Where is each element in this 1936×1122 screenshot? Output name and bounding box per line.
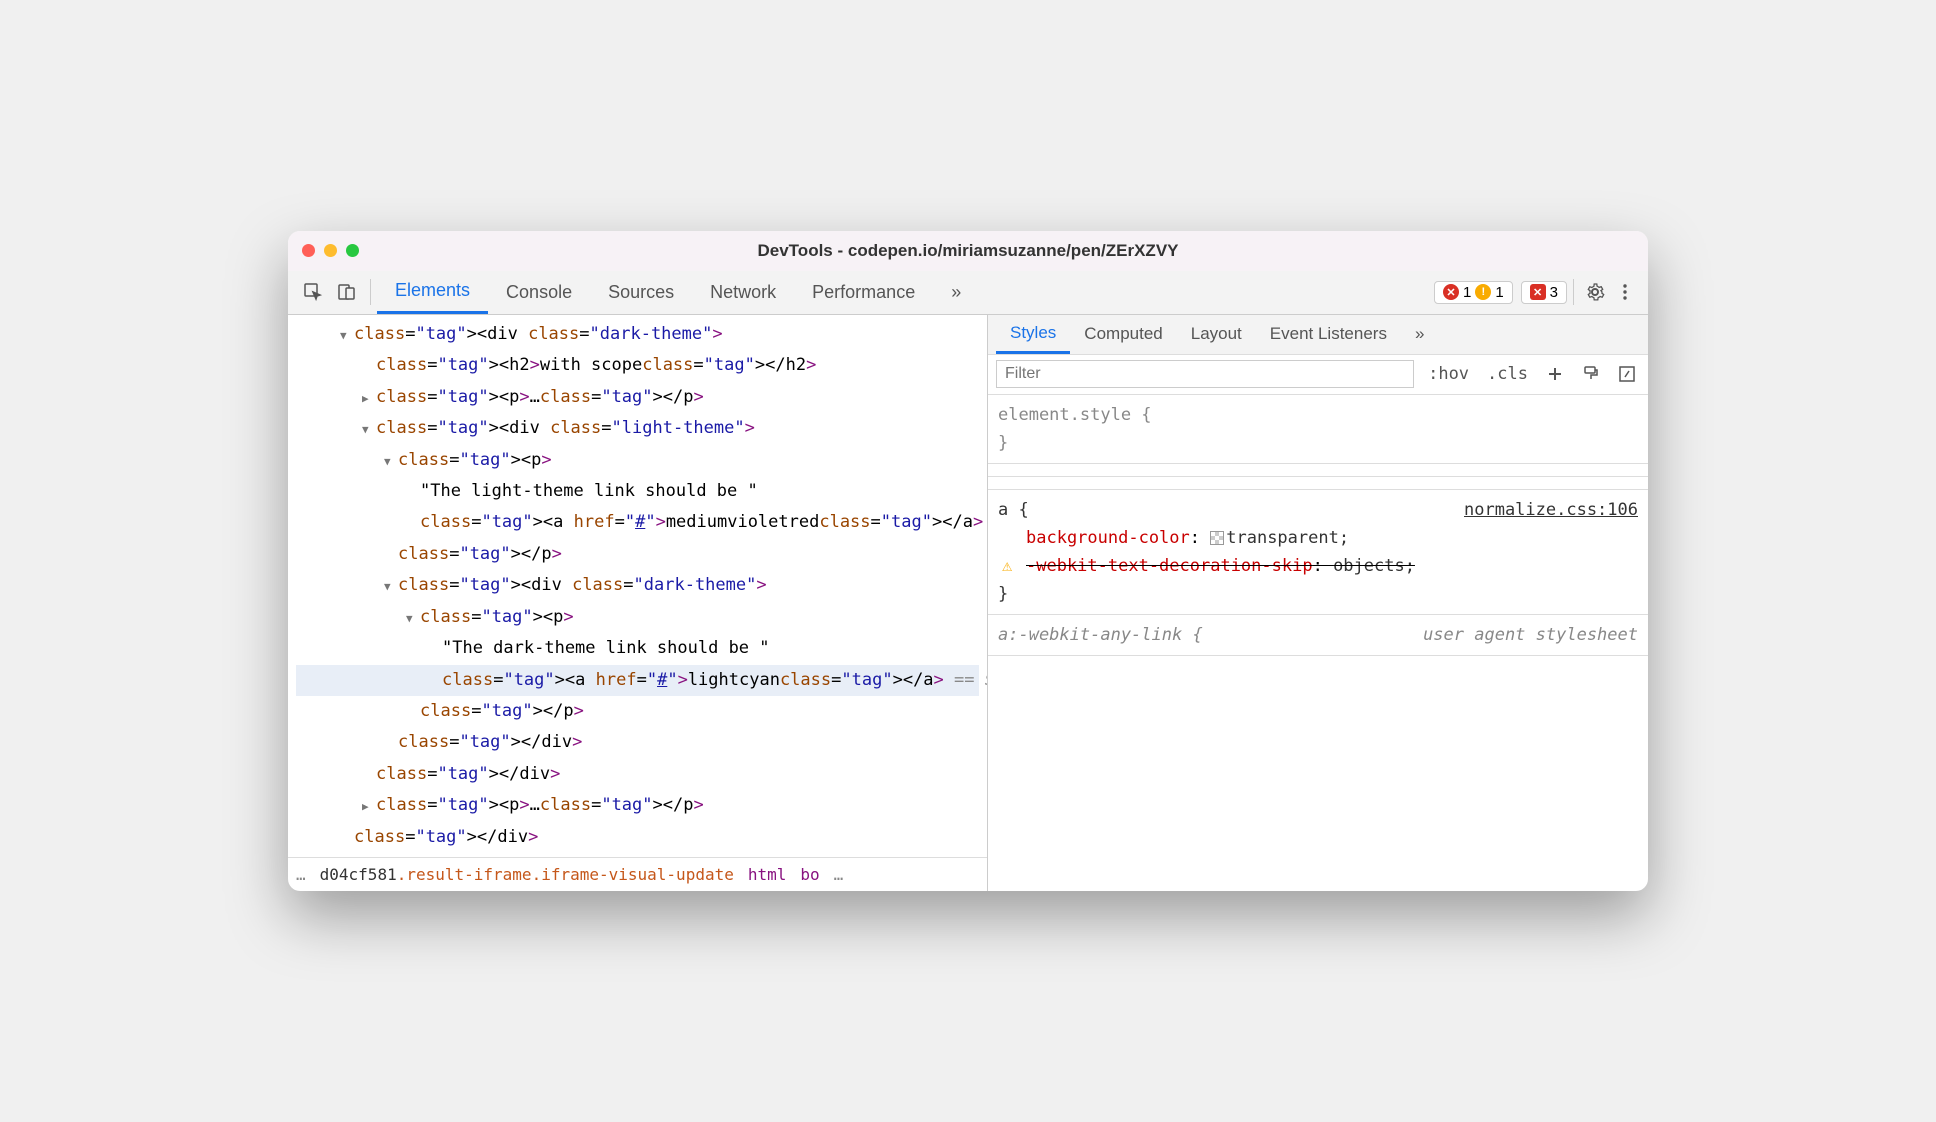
settings-icon[interactable] xyxy=(1580,282,1610,302)
filter-bar: :hov .cls xyxy=(988,355,1648,395)
element-style-rule[interactable]: element.style { } xyxy=(988,395,1648,464)
dom-node[interactable]: ▼class="tag"><p> xyxy=(296,602,979,633)
styles-body[interactable]: element.style { } </div><div><span class… xyxy=(988,395,1648,891)
breadcrumb-item[interactable]: html xyxy=(748,865,787,884)
tabs-overflow[interactable]: » xyxy=(933,270,979,314)
dom-tree[interactable]: ▼class="tag"><div class="dark-theme">cla… xyxy=(288,315,987,857)
tab-sources[interactable]: Sources xyxy=(590,270,692,314)
css-property[interactable]: background-color: transparent; xyxy=(998,524,1638,552)
filter-input[interactable] xyxy=(996,360,1414,388)
device-toggle-icon[interactable] xyxy=(330,275,364,309)
dom-node[interactable]: ▼class="tag"><p> xyxy=(296,445,979,476)
subtab-event-listeners[interactable]: Event Listeners xyxy=(1256,314,1401,354)
message-icon: ✕ xyxy=(1530,284,1546,300)
expand-arrow-icon[interactable]: ▶ xyxy=(362,389,376,409)
styles-panel: Styles Computed Layout Event Listeners »… xyxy=(988,315,1648,891)
breadcrumb-item[interactable]: .result-iframe.iframe-visual-update xyxy=(397,865,734,884)
divider xyxy=(370,279,371,305)
dom-node[interactable]: "The dark-theme link should be " xyxy=(296,633,979,664)
status-pills: ✕ 1 ! 1 ✕ 3 xyxy=(1434,281,1567,304)
window-title: DevTools - codepen.io/miriamsuzanne/pen/… xyxy=(758,241,1179,261)
content: ▼class="tag"><div class="dark-theme">cla… xyxy=(288,315,1648,891)
tab-console[interactable]: Console xyxy=(488,270,590,314)
expand-arrow-icon[interactable]: ▶ xyxy=(362,797,376,817)
dom-node[interactable]: class="tag"><a href="#">mediumvioletredc… xyxy=(296,507,979,538)
error-pill[interactable]: ✕ 1 ! 1 xyxy=(1434,281,1513,304)
cls-button[interactable]: .cls xyxy=(1483,364,1532,384)
dom-node[interactable]: class="tag"></div> xyxy=(296,822,979,853)
tab-elements[interactable]: Elements xyxy=(377,270,488,314)
kebab-menu-icon[interactable] xyxy=(1610,282,1640,302)
maximize-window-button[interactable] xyxy=(346,244,359,257)
warning-icon: ⚠ xyxy=(1002,552,1012,580)
breadcrumb-item[interactable]: bo xyxy=(800,865,819,884)
dom-node[interactable]: class="tag"><a href="#">lightcyanclass="… xyxy=(296,665,979,696)
tab-performance[interactable]: Performance xyxy=(794,270,933,314)
dom-node[interactable]: ▼class="tag"><div class="dark-theme"> xyxy=(296,319,979,350)
computed-toggle-icon[interactable] xyxy=(1614,365,1640,383)
breadcrumb[interactable]: … d04cf581.result-iframe.iframe-visual-u… xyxy=(288,857,987,891)
minimize-window-button[interactable] xyxy=(324,244,337,257)
rule-source: user agent stylesheet xyxy=(1423,621,1638,649)
divider xyxy=(1573,279,1574,305)
messages-pill[interactable]: ✕ 3 xyxy=(1521,281,1567,304)
dom-node[interactable]: "The light-theme link should be " xyxy=(296,476,979,507)
css-property[interactable]: ⚠-webkit-text-decoration-skip: objects; xyxy=(998,552,1638,580)
hov-button[interactable]: :hov xyxy=(1424,364,1473,384)
subtab-layout[interactable]: Layout xyxy=(1177,314,1256,354)
elements-panel: ▼class="tag"><div class="dark-theme">cla… xyxy=(288,315,988,891)
dom-node[interactable]: ▶class="tag"><p>…class="tag"></p> xyxy=(296,382,979,413)
css-rule[interactable]: </div><div><span class="selector-gray">@… xyxy=(988,464,1648,477)
main-tabs: Elements Console Sources Network Perform… xyxy=(377,270,979,314)
breadcrumb-item[interactable]: d04cf581 xyxy=(320,865,397,884)
warning-icon: ! xyxy=(1475,284,1491,300)
new-rule-icon[interactable] xyxy=(1542,365,1568,383)
css-rule[interactable]: user agent stylesheeta:-webkit-any-link … xyxy=(988,615,1648,656)
styles-subtabs: Styles Computed Layout Event Listeners » xyxy=(988,315,1648,355)
css-rule[interactable]: </div><div class="selector">a:any-link {… xyxy=(988,477,1648,490)
subtabs-overflow[interactable]: » xyxy=(1401,314,1438,354)
dom-node[interactable]: class="tag"></p> xyxy=(296,539,979,570)
subtab-computed[interactable]: Computed xyxy=(1070,314,1176,354)
expand-arrow-icon[interactable]: ▼ xyxy=(406,609,420,629)
expand-arrow-icon[interactable]: ▼ xyxy=(384,577,398,597)
breadcrumb-prefix: … xyxy=(296,865,306,884)
devtools-window: DevTools - codepen.io/miriamsuzanne/pen/… xyxy=(288,231,1648,891)
dom-node[interactable]: ▼class="tag"><div class="light-theme"> xyxy=(296,413,979,444)
dom-node[interactable]: class="tag"></div> xyxy=(296,727,979,758)
inspect-element-icon[interactable] xyxy=(296,275,330,309)
main-toolbar: Elements Console Sources Network Perform… xyxy=(288,271,1648,315)
expand-arrow-icon[interactable]: ▼ xyxy=(340,326,354,346)
rule-source[interactable]: normalize.css:106 xyxy=(1464,496,1638,524)
traffic-lights xyxy=(302,244,359,257)
breadcrumb-suffix: … xyxy=(834,865,844,884)
paint-icon[interactable] xyxy=(1578,365,1604,383)
expand-arrow-icon[interactable]: ▼ xyxy=(362,420,376,440)
tab-network[interactable]: Network xyxy=(692,270,794,314)
dom-node[interactable]: ▶class="tag"><p>…class="tag"></p> xyxy=(296,790,979,821)
titlebar: DevTools - codepen.io/miriamsuzanne/pen/… xyxy=(288,231,1648,271)
dom-node[interactable]: class="tag"><h2>with scopeclass="tag"></… xyxy=(296,350,979,381)
dom-node[interactable]: class="tag"></p> xyxy=(296,696,979,727)
subtab-styles[interactable]: Styles xyxy=(996,314,1070,354)
dom-node[interactable]: ▼class="tag"><div class="dark-theme"> xyxy=(296,570,979,601)
dom-node[interactable]: class="tag"></div> xyxy=(296,759,979,790)
css-rule[interactable]: normalize.css:106a {background-color: tr… xyxy=(988,490,1648,615)
expand-arrow-icon[interactable]: ▼ xyxy=(384,452,398,472)
color-swatch-icon[interactable] xyxy=(1210,531,1224,545)
close-window-button[interactable] xyxy=(302,244,315,257)
error-icon: ✕ xyxy=(1443,284,1459,300)
